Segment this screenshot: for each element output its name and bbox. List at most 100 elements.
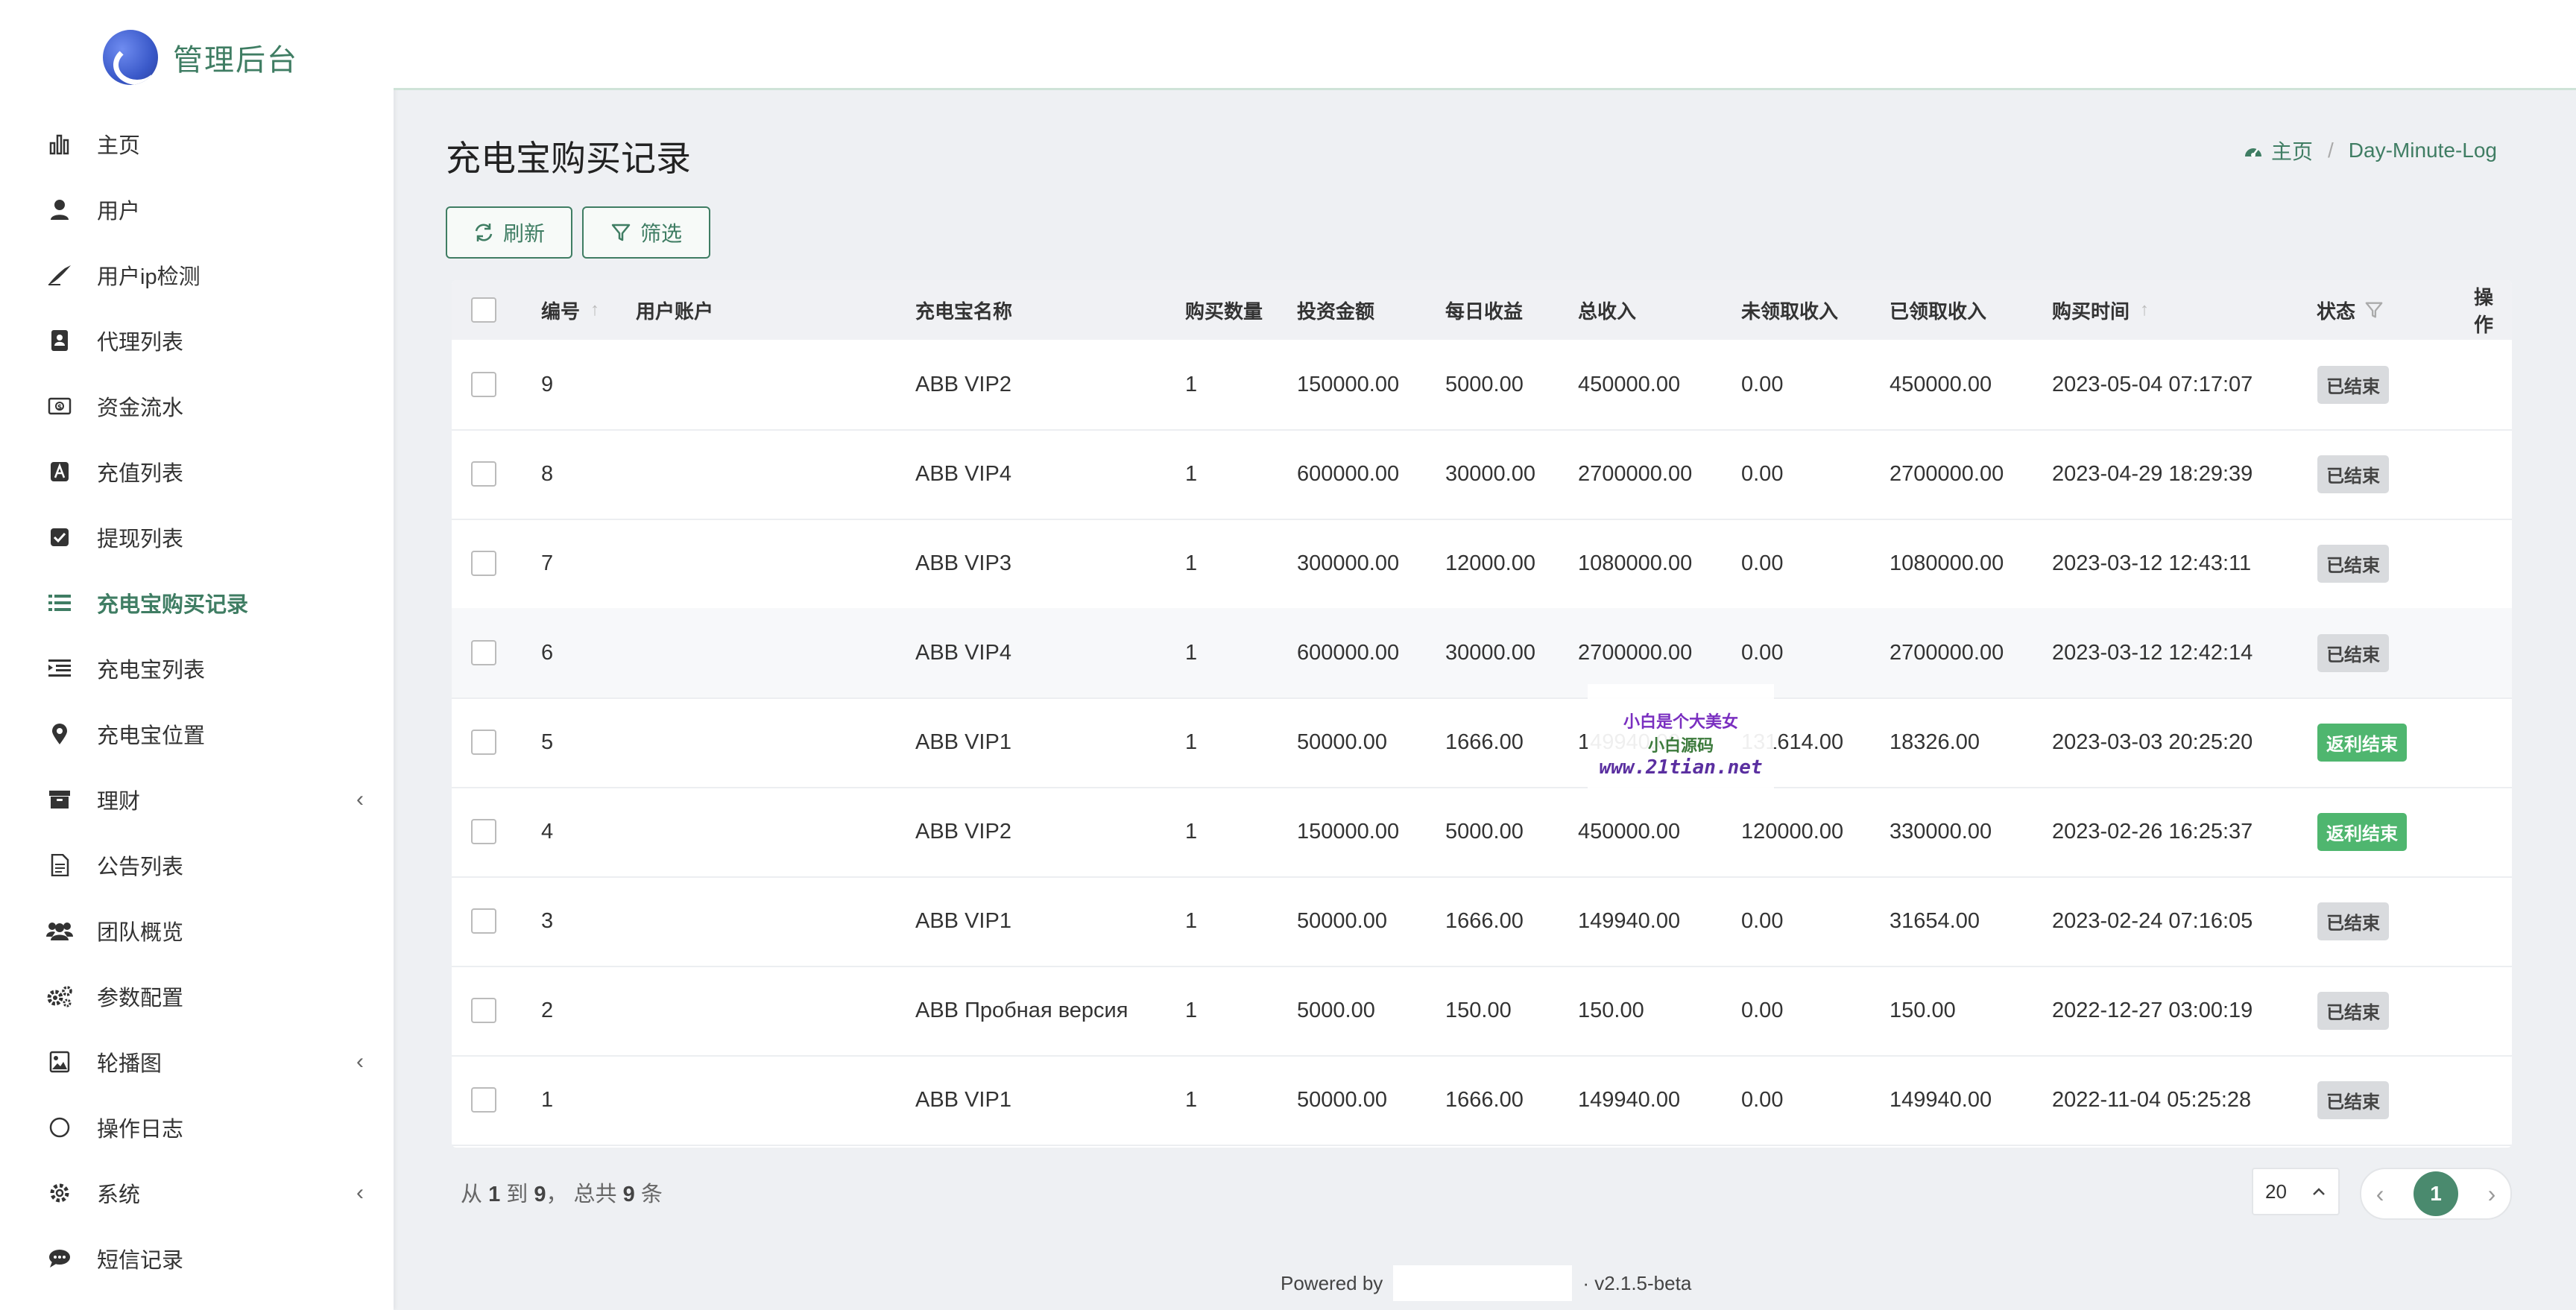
sidebar-item-9[interactable]: 充电宝位置 <box>0 701 394 767</box>
watermark-line1: 小白是个大美女 <box>1623 713 1738 732</box>
sidebar-item-6[interactable]: 提现列表 <box>0 504 394 570</box>
sidebar-item-2[interactable]: 用户ip检测 <box>0 242 394 308</box>
col-total-label: 总收入 <box>1578 300 1637 323</box>
breadcrumb-home-link[interactable]: 主页 <box>2243 136 2313 165</box>
sidebar-item-0[interactable]: 主页 <box>0 111 394 177</box>
table-row[interactable]: 2 ABB Пробная версия 1 5000.00 150.00 150.00 0… <box>452 966 2512 1057</box>
list-icon <box>45 588 75 618</box>
row-select-cell <box>471 697 496 787</box>
cell-qty: 1 <box>1185 998 1198 1022</box>
row-select-cell <box>471 876 496 966</box>
col-time-header[interactable]: 购买时间 ↑ <box>2052 280 2149 340</box>
sidebar-item-17[interactable]: 短信记录 <box>0 1226 394 1291</box>
chevron-up-icon <box>2313 1188 2325 1195</box>
col-status-header[interactable]: 状态 <box>2317 280 2384 340</box>
col-qty-header: 购买数量 <box>1185 280 1263 340</box>
table-row[interactable]: 6 ABB VIP4 1 600000.00 30000.00 2700000.00 0.0… <box>452 608 2512 699</box>
row-checkbox[interactable] <box>471 998 496 1023</box>
cell-time: 2023-02-24 07:16:05 <box>2052 908 2253 933</box>
brand[interactable]: 管理后台 <box>103 30 298 85</box>
table-row[interactable]: 7 ABB VIP3 1 300000.00 12000.00 1080000.00 0.0… <box>452 519 2512 610</box>
select-all-cell <box>471 280 496 340</box>
row-checkbox[interactable] <box>471 551 496 576</box>
row-checkbox[interactable] <box>471 908 496 934</box>
prev-page-button[interactable]: ‹ <box>2376 1180 2384 1208</box>
table-row[interactable]: 3 ABB VIP1 1 50000.00 1666.00 149940.00 0.00 31… <box>452 876 2512 967</box>
row-checkbox[interactable] <box>471 640 496 665</box>
status-badge: 已结束 <box>2317 365 2389 404</box>
select-all-checkbox[interactable] <box>471 297 496 323</box>
row-checkbox[interactable] <box>471 819 496 844</box>
cell-id: 6 <box>541 640 554 665</box>
cell-claimed: 1080000.00 <box>1890 551 2004 575</box>
cell-status: 已结束 <box>2317 1055 2389 1145</box>
svg-text:$: $ <box>57 404 62 411</box>
row-select-cell <box>471 966 496 1055</box>
row-checkbox[interactable] <box>471 730 496 755</box>
sidebar-item-16[interactable]: 系统 ‹ <box>0 1160 394 1226</box>
footer-powered-by: Powered by <box>1281 1271 1383 1294</box>
col-id-header[interactable]: 编号 ↑ <box>541 280 599 340</box>
cell-id: 2 <box>541 998 554 1022</box>
table-row[interactable]: 5ABB VIP1150000.001666.00149940.00131614… <box>452 697 2512 788</box>
cell-qty: 1 <box>1185 461 1198 486</box>
cell-unclaimed: 0.00 <box>1741 372 1784 396</box>
bar-chart-icon <box>45 129 75 159</box>
row-checkbox[interactable] <box>471 1087 496 1113</box>
sort-arrow-icon[interactable]: ↑ <box>590 300 599 320</box>
filter-button[interactable]: 筛选 <box>582 206 710 259</box>
filter-icon[interactable] <box>2364 300 2384 320</box>
row-checkbox[interactable] <box>471 461 496 487</box>
cell-time: 2022-11-04 05:25:28 <box>2052 1087 2252 1112</box>
cell-name: ABB VIP4 <box>915 640 1011 665</box>
col-claimed-header: 已领取收入 <box>1890 280 1986 340</box>
refresh-button[interactable]: 刷新 <box>446 206 572 259</box>
cell-unclaimed: 0.00 <box>1741 998 1784 1022</box>
sidebar-item-4[interactable]: $ 资金流水 <box>0 373 394 439</box>
sidebar-item-label: 充电宝列表 <box>97 659 206 683</box>
sidebar-item-13[interactable]: 参数配置 <box>0 963 394 1029</box>
sidebar-item-8[interactable]: 充电宝列表 <box>0 636 394 701</box>
page-size-value: 20 <box>2265 1180 2287 1203</box>
table-row[interactable]: 1 ABB VIP1 1 50000.00 1666.00 149940.00 0.00 14… <box>452 1055 2512 1146</box>
cell-total: 1080000.00 <box>1578 551 1693 575</box>
sidebar-item-14[interactable]: 轮播图 ‹ <box>0 1029 394 1095</box>
sidebar-item-12[interactable]: 团队概览 <box>0 898 394 963</box>
sidebar-item-3[interactable]: 代理列表 <box>0 308 394 373</box>
sidebar-item-1[interactable]: 用户 <box>0 177 394 242</box>
breadcrumb-current: Day-Minute-Log <box>2348 139 2497 162</box>
cell-daily: 1666.00 <box>1445 730 1524 754</box>
cell-claimed: 450000.00 <box>1890 372 1992 396</box>
summary-prefix: 从 <box>461 1183 483 1206</box>
col-action-label: 操作 <box>2474 286 2494 336</box>
footer-blank-link <box>1393 1265 1573 1301</box>
cell-daily: 1666.00 <box>1445 1087 1524 1112</box>
cell-time: 2023-05-04 07:17:07 <box>2052 372 2253 396</box>
page-number-current[interactable]: 1 <box>2414 1171 2458 1216</box>
sort-arrow-icon[interactable]: ↑ <box>2140 300 2149 320</box>
cell-time: 2023-02-26 16:25:37 <box>2052 819 2253 844</box>
sidebar-item-5[interactable]: 充值列表 <box>0 439 394 504</box>
table-row[interactable]: 4 ABB VIP2 1 150000.00 5000.00 450000.00 12000… <box>452 787 2512 878</box>
sidebar-item-label: 用户ip检测 <box>97 265 201 289</box>
table-row[interactable]: 9 ABB VIP2 1 150000.00 5000.00 450000.00 0.00 4… <box>452 340 2512 431</box>
summary-to: 9 <box>534 1183 546 1206</box>
sidebar-item-11[interactable]: 公告列表 <box>0 832 394 898</box>
page-size-select[interactable]: 20 <box>2252 1168 2340 1215</box>
sidebar-item-10[interactable]: 理财 ‹ <box>0 767 394 832</box>
row-select-cell <box>471 519 496 608</box>
cell-id: 1 <box>541 1087 554 1112</box>
table-row[interactable]: 8 ABB VIP4 1 600000.00 30000.00 2700000.00 0.0… <box>452 429 2512 520</box>
next-page-button[interactable]: › <box>2488 1180 2496 1208</box>
cell-name: ABB VIP3 <box>915 551 1011 575</box>
row-checkbox[interactable] <box>471 372 496 397</box>
cell-status: 返利结束 <box>2317 787 2407 876</box>
comment-icon <box>45 1244 75 1273</box>
col-claimed-label: 已领取收入 <box>1890 300 1987 323</box>
cell-status: 已结束 <box>2317 429 2389 519</box>
cell-name: ABB VIP4 <box>915 461 1011 486</box>
col-name-label: 充电宝名称 <box>915 300 1013 323</box>
sidebar-item-15[interactable]: 操作日志 <box>0 1095 394 1160</box>
sidebar-item-7[interactable]: 充电宝购买记录 <box>0 570 394 636</box>
col-status-label: 状态 <box>2317 300 2356 323</box>
